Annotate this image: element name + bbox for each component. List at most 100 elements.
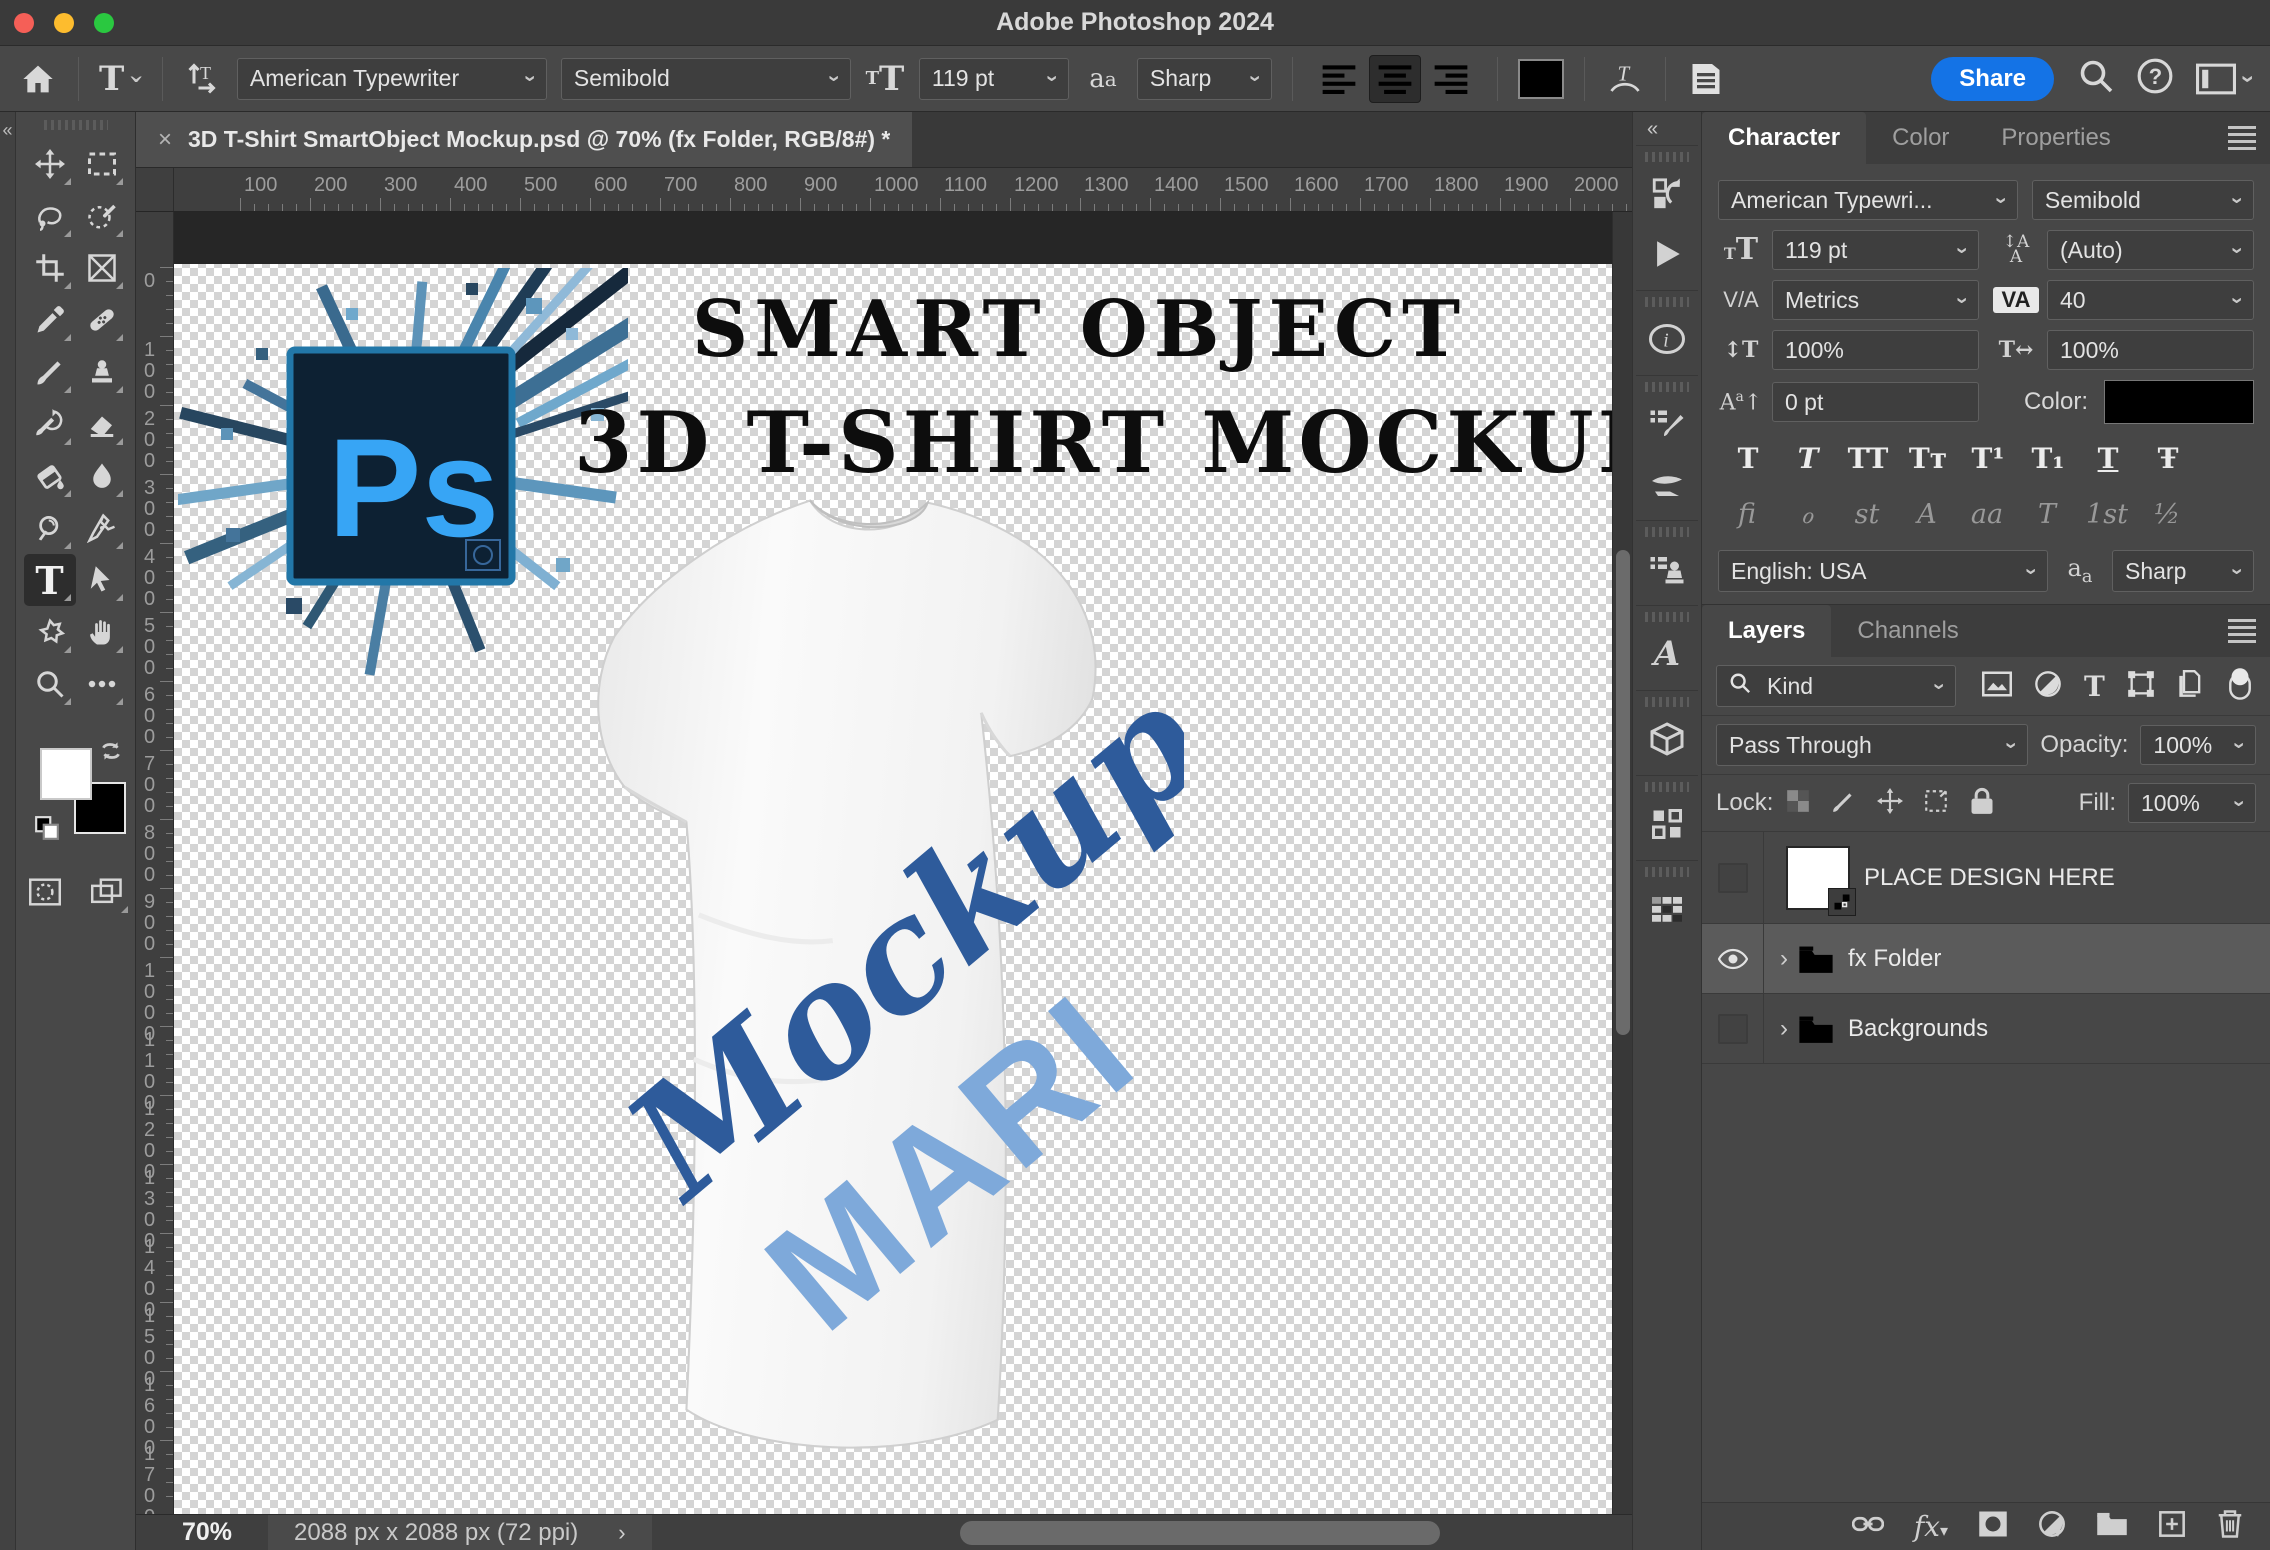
visibility-checkbox[interactable] [1702, 832, 1764, 923]
char-style-button-0[interactable]: T [1720, 436, 1776, 480]
collapse-dock-icon[interactable]: « [1633, 112, 1701, 145]
layer-row[interactable]: › fx Folder [1702, 924, 2270, 994]
char-opentype-button-4[interactable]: aa [1960, 492, 2014, 536]
lock-transparency-icon[interactable] [1785, 788, 1811, 819]
vertical-scrollbar-thumb[interactable] [1616, 550, 1630, 1035]
document-tab[interactable]: × 3D T-Shirt SmartObject Mockup.psd @ 70… [136, 112, 912, 167]
align-center-button[interactable] [1369, 55, 1421, 103]
quick-mask-icon[interactable] [19, 866, 71, 918]
clone-stamp-tool[interactable] [76, 346, 128, 398]
search-icon[interactable] [2078, 58, 2114, 99]
visibility-checkbox[interactable] [1702, 994, 1764, 1063]
visibility-eye-icon[interactable] [1702, 924, 1764, 993]
panel-menu-icon[interactable] [2228, 619, 2256, 643]
clone-source-panel-icon[interactable] [1639, 539, 1695, 599]
lasso-tool[interactable] [24, 190, 76, 242]
warp-text-icon[interactable]: T [1605, 57, 1645, 101]
layer-name[interactable]: fx Folder [1848, 945, 1941, 973]
path-selection-tool[interactable] [76, 554, 128, 606]
tab-channels[interactable]: Channels [1831, 605, 1984, 657]
edit-toolbar-icon[interactable] [76, 658, 128, 710]
toggle-panels-icon[interactable] [1686, 57, 1726, 101]
fill-select[interactable]: 100%› [2128, 783, 2256, 823]
char-opentype-button-6[interactable]: 1st [2080, 492, 2134, 536]
paint-bucket-tool[interactable] [24, 450, 76, 502]
eyedropper-tool[interactable] [24, 294, 76, 346]
filter-type-layers-icon[interactable]: T [2084, 670, 2105, 703]
foreground-color-swatch[interactable] [40, 748, 92, 800]
expand-group-icon[interactable]: › [1780, 1015, 1788, 1043]
home-icon[interactable] [18, 57, 58, 101]
swatches-panel-icon[interactable] [1639, 879, 1695, 939]
add-layer-mask-icon[interactable] [1978, 1510, 2008, 1543]
horizontal-scale-field[interactable]: 100% [2047, 330, 2254, 370]
text-orientation-icon[interactable]: T [183, 57, 223, 101]
vertical-scrollbar[interactable] [1612, 212, 1632, 1514]
selection-brush-tool[interactable] [76, 190, 128, 242]
char-color-swatch[interactable] [2104, 380, 2254, 424]
blend-mode-select[interactable]: Pass Through› [1716, 724, 2028, 766]
delete-layer-icon[interactable] [2216, 1509, 2244, 1544]
actions-panel-icon[interactable] [1639, 224, 1695, 284]
info-panel-icon[interactable]: i [1639, 309, 1695, 369]
expand-group-icon[interactable]: › [1780, 945, 1788, 973]
workspace-switcher-icon[interactable]: › [2196, 63, 2252, 95]
filter-shape-layers-icon[interactable] [2127, 670, 2155, 703]
char-style-button-6[interactable]: T [2080, 436, 2136, 480]
type-tool-preset-icon[interactable]: T › [99, 57, 142, 101]
filter-pixel-layers-icon[interactable] [1982, 671, 2012, 702]
brushes-panel-icon[interactable] [1639, 454, 1695, 514]
anti-alias-select[interactable]: Sharp › [1137, 58, 1272, 100]
vertical-scale-field[interactable]: 100% [1772, 330, 1979, 370]
layer-row[interactable]: ›Backgrounds [1702, 994, 2270, 1064]
char-style-button-1[interactable]: T [1780, 436, 1836, 480]
type-tool[interactable]: T [24, 554, 76, 606]
hand-tool[interactable] [76, 606, 128, 658]
help-icon[interactable]: ? [2136, 57, 2174, 100]
smart-object-thumbnail[interactable] [1786, 846, 1850, 910]
char-style-button-3[interactable]: Tᴛ [1900, 436, 1956, 480]
filter-toggle-icon[interactable] [2227, 667, 2253, 706]
rectangular-marquee-tool[interactable] [76, 138, 128, 190]
char-font-size-select[interactable]: 119 pt› [1772, 230, 1979, 270]
new-layer-icon[interactable] [2158, 1510, 2186, 1543]
close-tab-icon[interactable]: × [158, 126, 172, 154]
char-kerning-select[interactable]: Metrics› [1772, 280, 1979, 320]
char-opentype-button-5[interactable]: T [2020, 492, 2074, 536]
char-opentype-button-3[interactable]: A [1900, 492, 1954, 536]
layer-effects-icon[interactable]: fx▾ [1914, 1510, 1948, 1543]
layer-name[interactable]: PLACE DESIGN HERE [1864, 864, 2115, 892]
lock-artboard-icon[interactable] [1923, 788, 1949, 819]
char-opentype-button-7[interactable]: ½ [2140, 492, 2194, 536]
screen-mode-icon[interactable] [81, 866, 133, 918]
healing-brush-tool[interactable] [76, 294, 128, 346]
new-adjustment-layer-icon[interactable]: ▾ [2038, 1510, 2066, 1543]
baseline-shift-field[interactable]: 0 pt [1772, 382, 1979, 422]
filter-adjustment-layers-icon[interactable] [2034, 670, 2062, 703]
blur-tool[interactable] [76, 450, 128, 502]
ruler-corner[interactable] [136, 168, 174, 211]
custom-shape-tool[interactable] [24, 606, 76, 658]
ruler-vertical[interactable]: 01 0 02 0 03 0 04 0 05 0 06 0 07 0 08 0 … [136, 212, 174, 1514]
font-size-select[interactable]: 119 pt › [919, 58, 1069, 100]
horizontal-scrollbar-thumb[interactable] [960, 1521, 1440, 1545]
dodge-tool[interactable] [24, 502, 76, 554]
glyphs-panel-icon[interactable]: A [1639, 624, 1695, 684]
char-style-button-5[interactable]: T₁ [2020, 436, 2076, 480]
char-opentype-button-2[interactable]: st [1840, 492, 1894, 536]
text-color-swatch[interactable] [1518, 59, 1564, 99]
link-layers-icon[interactable] [1852, 1510, 1884, 1543]
default-colors-icon[interactable] [34, 815, 60, 846]
new-group-icon[interactable] [2096, 1511, 2128, 1542]
tab-character[interactable]: Character [1702, 112, 1866, 164]
crop-tool[interactable] [24, 242, 76, 294]
patterns-panel-icon[interactable] [1639, 794, 1695, 854]
char-style-button-7[interactable]: Ŧ [2140, 436, 2196, 480]
char-opentype-button-1[interactable]: ℴ [1780, 492, 1834, 536]
filter-smart-objects-icon[interactable] [2177, 670, 2205, 703]
align-left-button[interactable] [1313, 55, 1365, 103]
char-style-button-4[interactable]: T¹ [1960, 436, 2016, 480]
char-tracking-select[interactable]: 40› [2047, 280, 2254, 320]
ruler-horizontal[interactable]: 1002003004005006007008009001000110012001… [174, 168, 1632, 211]
char-font-family-select[interactable]: American Typewri...› [1718, 180, 2018, 220]
